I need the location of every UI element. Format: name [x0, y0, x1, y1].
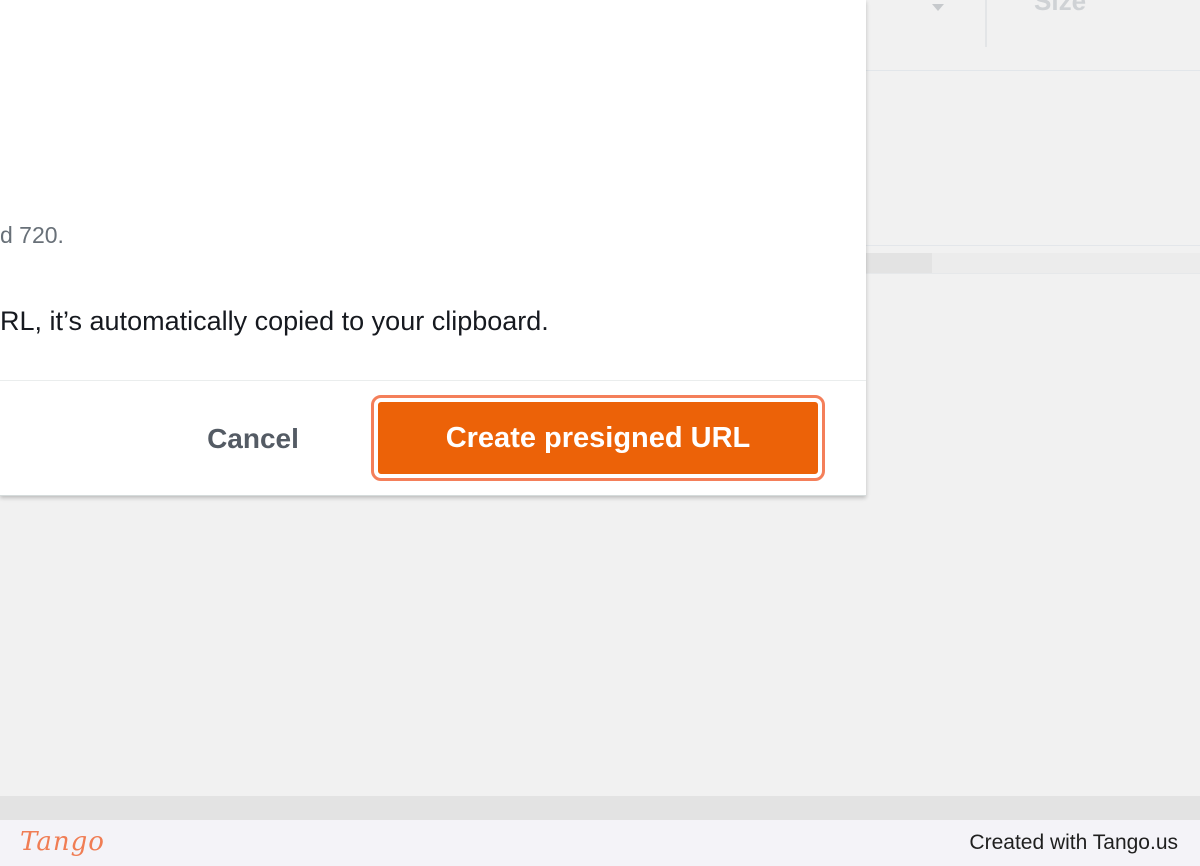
clipboard-info-text: RL, it’s automatically copied to your cl…: [0, 306, 549, 336]
create-presigned-url-button[interactable]: Create presigned URL: [378, 402, 818, 474]
sort-caret-icon[interactable]: [932, 4, 944, 11]
column-header-size[interactable]: Size: [1034, 0, 1086, 17]
tango-logo: Tango: [20, 827, 105, 857]
page-bottom-band: [0, 796, 1200, 820]
table-row-divider: [866, 245, 1200, 246]
cancel-button[interactable]: Cancel: [186, 412, 320, 466]
tango-credit: Created with Tango.us: [969, 831, 1178, 854]
scrollbar-thumb[interactable]: [866, 253, 932, 273]
expiration-helper-text: d 720.: [0, 222, 64, 248]
column-divider: [985, 0, 987, 47]
modal-footer-divider: [0, 380, 866, 381]
tango-footer: Tango Created with Tango.us: [0, 820, 1200, 866]
horizontal-scrollbar[interactable]: [866, 253, 1200, 274]
presigned-url-modal: d 720. RL, it’s automatically copied to …: [0, 0, 866, 496]
